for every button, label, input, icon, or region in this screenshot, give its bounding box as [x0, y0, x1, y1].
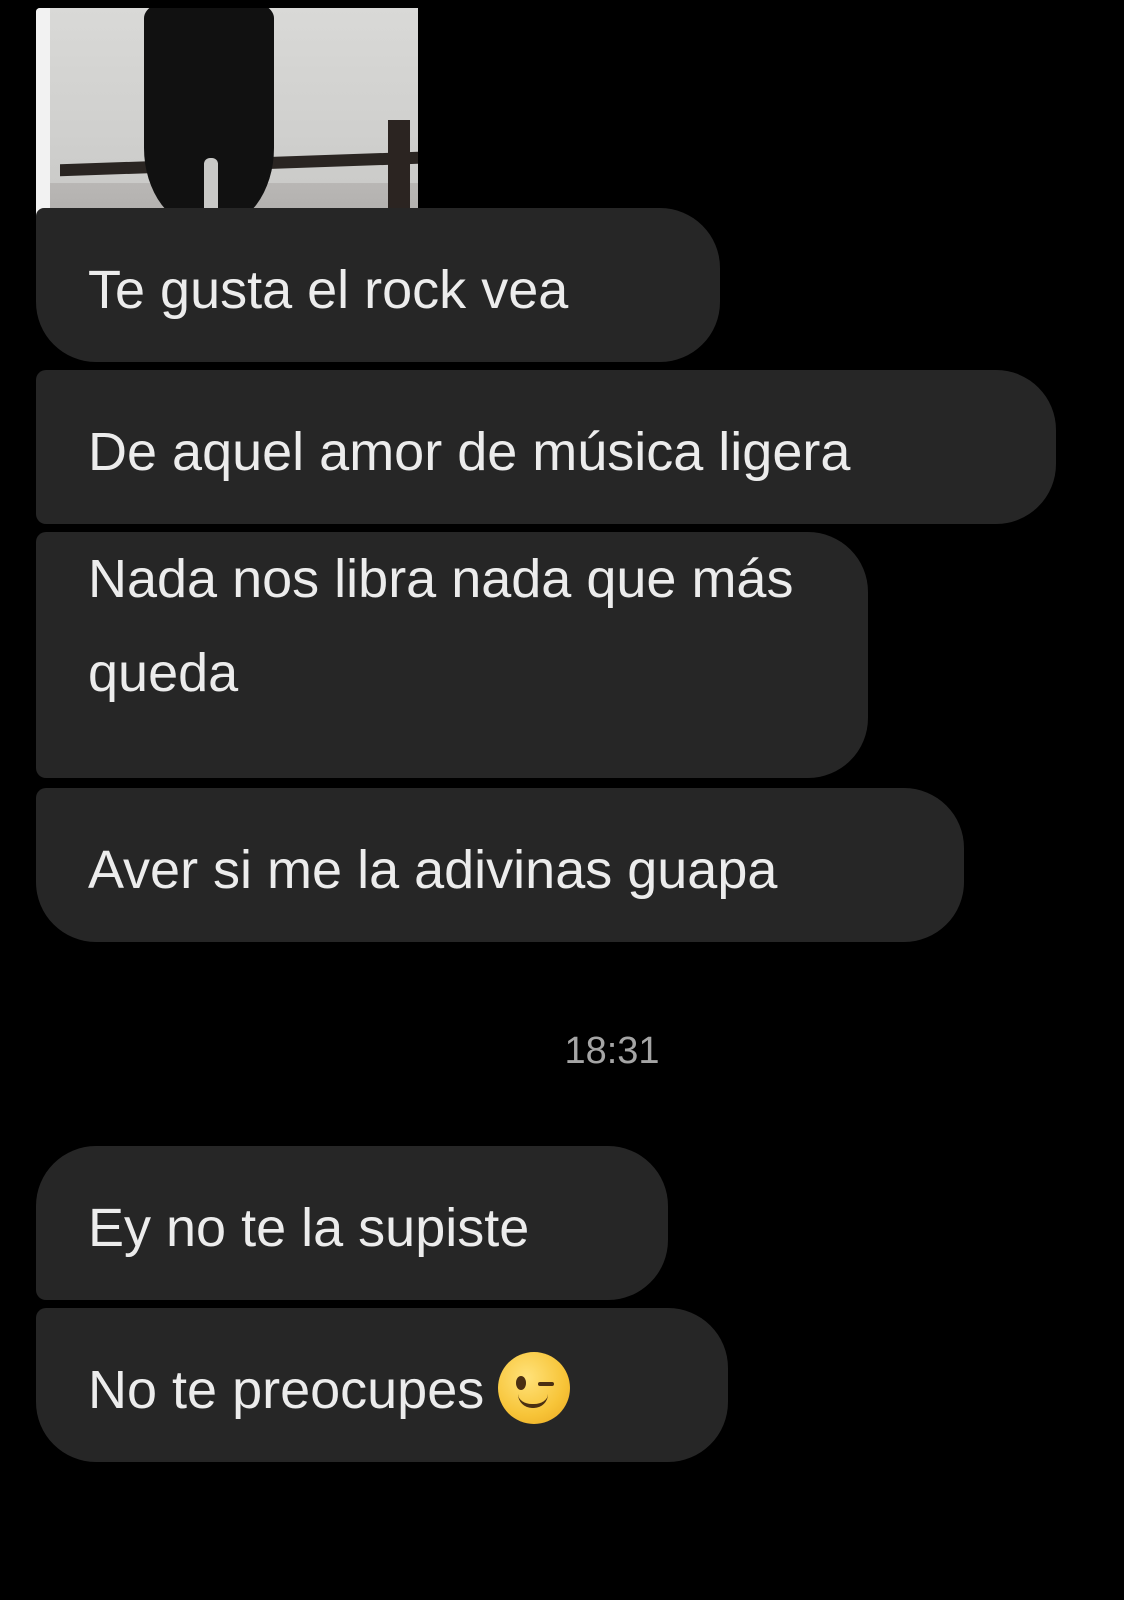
message-text: De aquel amor de música ligera: [88, 422, 851, 482]
message-bubble[interactable]: No te preocupes: [36, 1308, 728, 1462]
message-text: Te gusta el rock vea: [88, 260, 569, 320]
message-bubble[interactable]: Aver si me la adivinas guapa: [36, 788, 964, 942]
message-text: No te preocupes: [88, 1360, 485, 1420]
message-text: Aver si me la adivinas guapa: [88, 840, 778, 900]
message-bubble[interactable]: Ey no te la supiste: [36, 1146, 668, 1300]
message-bubble[interactable]: De aquel amor de música ligera: [36, 370, 1056, 524]
time-separator: 18:31: [564, 1030, 660, 1072]
message-text: Nada nos libra nada que más queda: [88, 549, 794, 703]
winking-face-icon: [498, 1351, 571, 1424]
message-bubble[interactable]: Nada nos libra nada que más queda: [36, 532, 868, 778]
chat-thread: Te gusta el rock vea De aquel amor de mú…: [0, 0, 1124, 1600]
message-text: Ey no te la supiste: [88, 1198, 530, 1258]
message-bubble[interactable]: Te gusta el rock vea: [36, 208, 720, 362]
